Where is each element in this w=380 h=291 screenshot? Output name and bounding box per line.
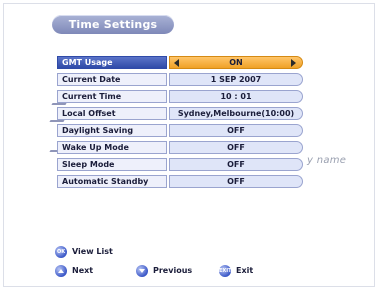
legend-label: Exit <box>236 266 254 275</box>
down-key-icon <box>136 265 148 277</box>
background-stripe <box>51 103 67 105</box>
legend-label: Previous <box>153 266 193 275</box>
background-stripe <box>49 120 65 122</box>
setting-value: ON <box>229 58 243 67</box>
setting-label: Daylight Saving <box>57 124 167 137</box>
setting-row-gmt-usage[interactable]: GMT Usage ON <box>57 56 303 69</box>
setting-row-daylight-saving[interactable]: Daylight Saving OFF <box>57 124 303 137</box>
setting-label: Current Date <box>57 73 167 86</box>
setting-row-current-time[interactable]: Current Time 10 : 01 <box>57 90 303 103</box>
exit-key-icon: EXIT <box>219 265 232 277</box>
setting-label: Current Time <box>57 90 167 103</box>
arrow-right-icon[interactable] <box>291 59 296 67</box>
setting-value[interactable]: OFF <box>169 158 303 171</box>
background-ghost-text: y name <box>307 155 347 166</box>
setting-value[interactable]: OFF <box>169 124 303 137</box>
setting-label: Wake Up Mode <box>57 141 167 154</box>
setting-row-wake-up-mode[interactable]: Wake Up Mode OFF <box>57 141 303 154</box>
setting-row-local-offset[interactable]: Local Offset Sydney,Melbourne(10:00) <box>57 107 303 120</box>
setting-value[interactable]: OFF <box>169 141 303 154</box>
setting-label: Sleep Mode <box>57 158 167 171</box>
setting-row-automatic-standby[interactable]: Automatic Standby OFF <box>57 175 303 188</box>
legend-label: View List <box>72 247 113 256</box>
setting-label: Local Offset <box>57 107 167 120</box>
page-title: Time Settings <box>52 15 174 34</box>
setting-label: Automatic Standby <box>57 175 167 188</box>
setting-row-sleep-mode[interactable]: Sleep Mode OFF <box>57 158 303 171</box>
setting-value[interactable]: 10 : 01 <box>169 90 303 103</box>
legend-label: Next <box>72 266 94 275</box>
setting-label: GMT Usage <box>57 56 167 69</box>
arrow-left-icon[interactable] <box>174 59 179 67</box>
up-key-icon <box>55 265 67 277</box>
setting-value[interactable]: 1 SEP 2007 <box>169 73 303 86</box>
ok-key-icon: OK <box>55 246 67 258</box>
setting-value[interactable]: OFF <box>169 175 303 188</box>
setting-row-current-date[interactable]: Current Date 1 SEP 2007 <box>57 73 303 86</box>
setting-value-selector[interactable]: ON <box>169 56 303 69</box>
setting-value[interactable]: Sydney,Melbourne(10:00) <box>169 107 303 120</box>
